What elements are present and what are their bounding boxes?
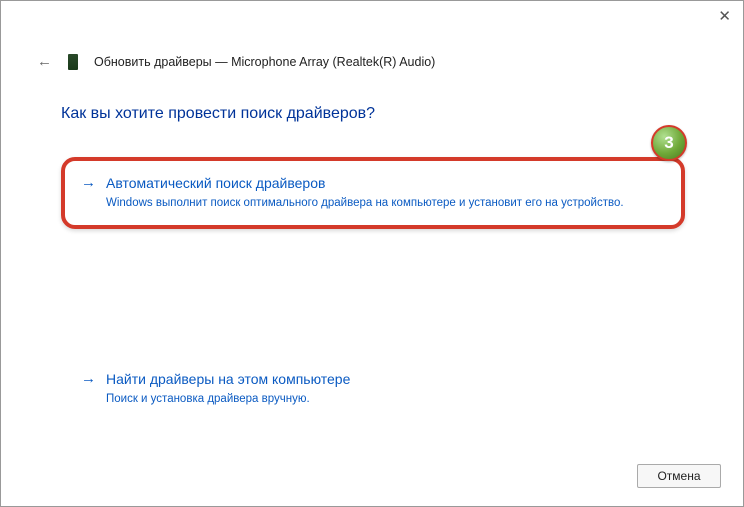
step-badge: 3 bbox=[651, 125, 687, 161]
back-arrow-icon[interactable]: ← bbox=[37, 53, 52, 70]
option-auto-title: Автоматический поиск драйверов bbox=[106, 173, 665, 193]
option-auto-desc: Windows выполнит поиск оптимального драй… bbox=[106, 195, 665, 211]
page-heading: Как вы хотите провести поиск драйверов? bbox=[61, 105, 375, 123]
option-text: Найти драйверы на этом компьютере Поиск … bbox=[106, 369, 669, 407]
option-text: Автоматический поиск драйверов Windows в… bbox=[106, 173, 665, 211]
cancel-button[interactable]: Отмена bbox=[637, 464, 721, 488]
option-row: → Найти драйверы на этом компьютере Поис… bbox=[81, 369, 669, 407]
arrow-right-icon: → bbox=[81, 173, 96, 193]
option-manual-search[interactable]: → Найти драйверы на этом компьютере Поис… bbox=[61, 357, 685, 421]
update-driver-dialog: ✕ ← Обновить драйверы — Microphone Array… bbox=[0, 0, 744, 507]
option-manual-title: Найти драйверы на этом компьютере bbox=[106, 369, 669, 389]
dialog-header: ← Обновить драйверы — Microphone Array (… bbox=[37, 53, 435, 70]
option-manual-desc: Поиск и установка драйвера вручную. bbox=[106, 391, 669, 407]
device-icon bbox=[68, 54, 78, 70]
arrow-right-icon: → bbox=[81, 369, 96, 389]
option-auto-search[interactable]: → Автоматический поиск драйверов Windows… bbox=[61, 157, 685, 229]
dialog-title: Обновить драйверы — Microphone Array (Re… bbox=[94, 55, 435, 69]
close-icon[interactable]: ✕ bbox=[718, 7, 731, 25]
option-row: → Автоматический поиск драйверов Windows… bbox=[81, 173, 665, 211]
